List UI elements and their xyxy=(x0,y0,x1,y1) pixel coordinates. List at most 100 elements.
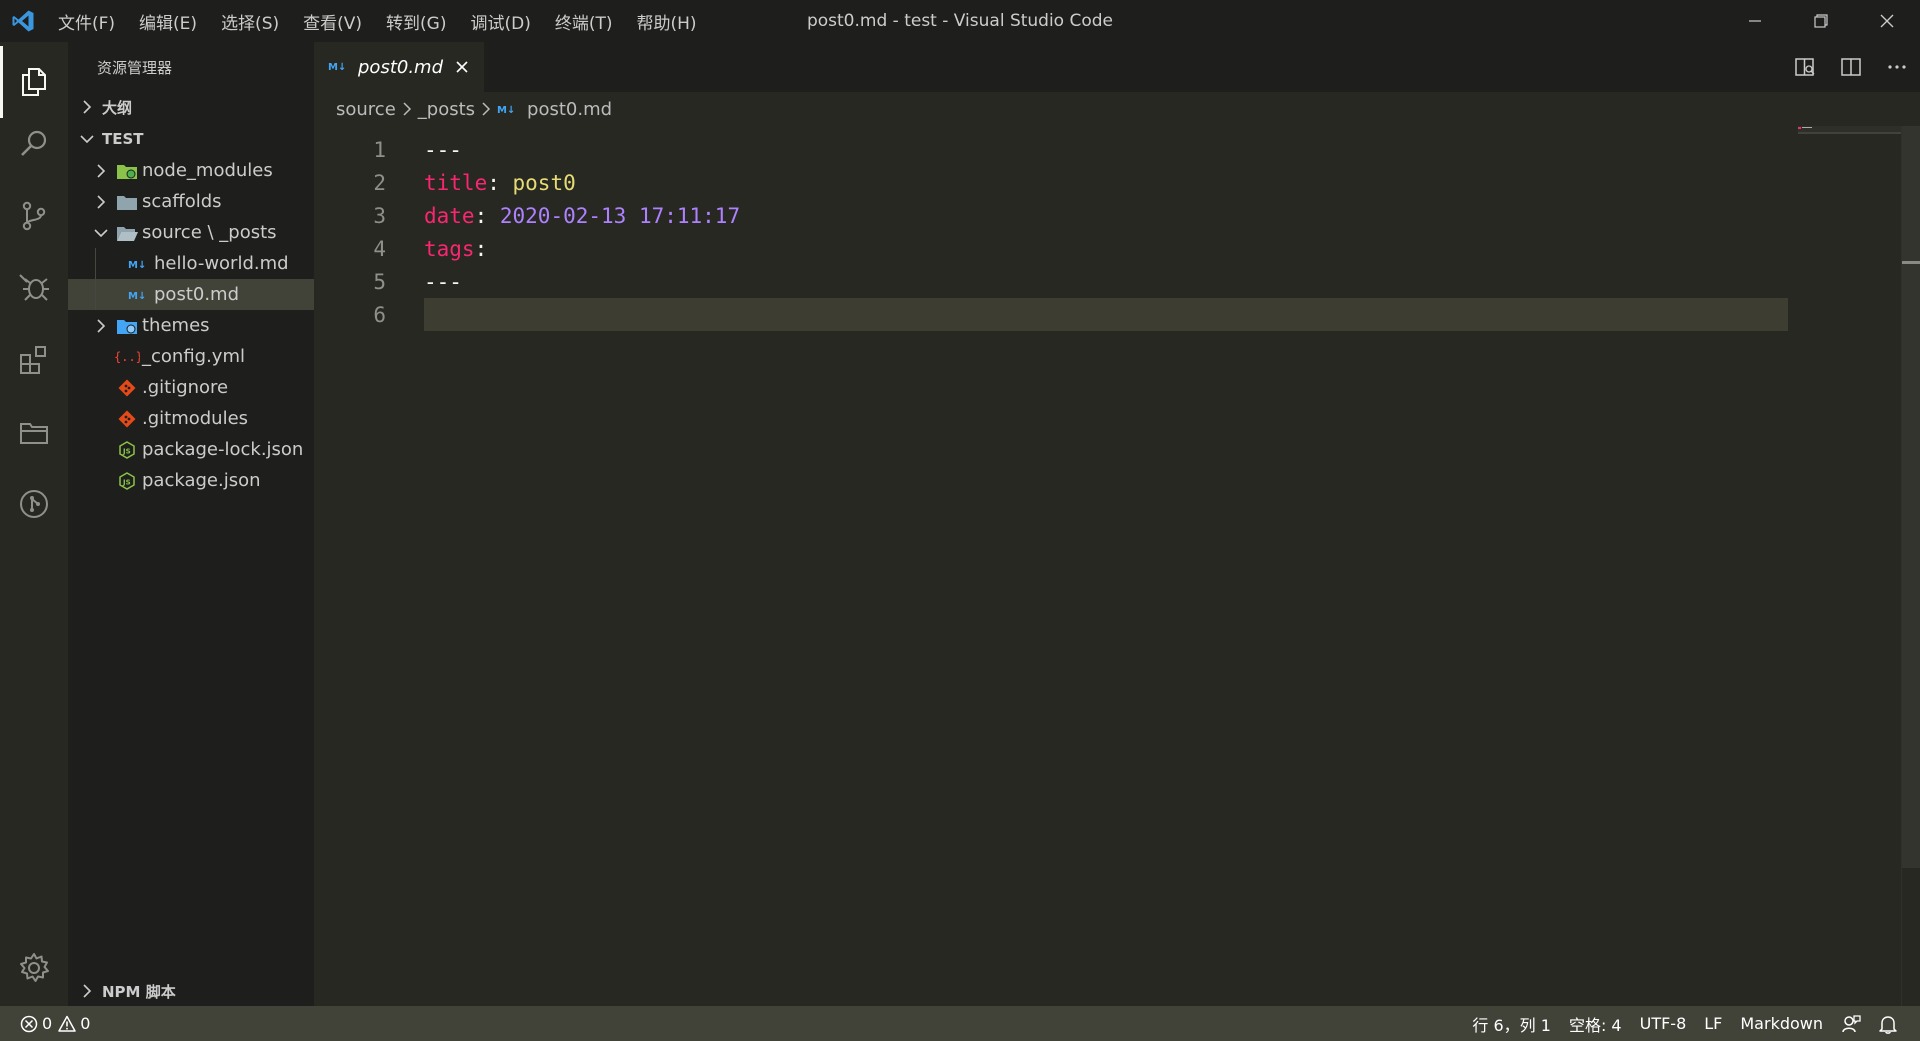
code-token: 2020-02-13 17:11:17 xyxy=(499,203,741,228)
tab-label: post0.md xyxy=(358,56,444,78)
menu-help[interactable]: 帮助(H) xyxy=(625,0,709,42)
tree-item-source-posts[interactable]: source \ _posts xyxy=(68,217,314,248)
minimize-button[interactable] xyxy=(1722,0,1788,42)
notifications-button[interactable] xyxy=(1870,1006,1906,1041)
tree-item-post0[interactable]: M↓ post0.md xyxy=(68,279,314,310)
project-manager-button[interactable] xyxy=(0,396,68,468)
menu-file[interactable]: 文件(F) xyxy=(46,0,127,42)
error-icon xyxy=(20,1015,38,1032)
breadcrumb-item-posts[interactable]: _posts xyxy=(418,99,475,120)
problems-indicator[interactable]: 0 0 xyxy=(20,1006,99,1041)
tree-item-gitmodules[interactable]: .gitmodules xyxy=(68,403,314,434)
code-line[interactable]: 4 tags: xyxy=(314,232,1784,265)
tree-item-label: hello-world.md xyxy=(154,253,289,274)
markdown-icon: M↓ xyxy=(328,58,350,77)
code-line[interactable]: 2 title: post0 xyxy=(314,166,1784,199)
source-control-button[interactable] xyxy=(0,180,68,252)
tree-item-gitignore[interactable]: .gitignore xyxy=(68,372,314,403)
end-of-line[interactable]: LF xyxy=(1695,1006,1731,1041)
feedback-button[interactable] xyxy=(1832,1006,1870,1041)
npm-scripts-section-header[interactable]: NPM 脚本 xyxy=(68,976,314,1006)
code-line[interactable]: 1 --- xyxy=(314,133,1784,166)
search-button[interactable] xyxy=(0,108,68,180)
code-line[interactable]: 5 --- xyxy=(314,265,1784,298)
nodejs-icon: JS xyxy=(112,471,142,490)
code-token: : xyxy=(474,203,500,228)
close-icon xyxy=(1880,14,1894,28)
folder-open-icon xyxy=(112,224,142,242)
close-window-button[interactable] xyxy=(1854,0,1920,42)
code-line[interactable]: 3 date: 2020-02-13 17:11:17 xyxy=(314,199,1784,232)
tree-item-themes[interactable]: themes xyxy=(68,310,314,341)
tree-item-package-lock-json[interactable]: JS package-lock.json xyxy=(68,434,314,465)
line-number: 1 xyxy=(373,137,386,162)
debug-button[interactable] xyxy=(0,252,68,324)
line-content: tags: xyxy=(424,237,487,261)
workspace-section-header[interactable]: TEST xyxy=(68,124,314,154)
bell-icon xyxy=(1879,1015,1897,1034)
feedback-icon xyxy=(1842,1014,1861,1032)
code-editor[interactable]: 1 --- 2 title: post0 3 date: 2020-02-13 17:11… xyxy=(314,126,1920,1006)
cursor-position-marker xyxy=(1902,261,1920,264)
code-line[interactable]: 6 xyxy=(314,298,1788,331)
tree-item-scaffolds[interactable]: scaffolds xyxy=(68,186,314,217)
tree-item-label: .gitmodules xyxy=(142,408,249,429)
minimap[interactable] xyxy=(1798,126,1902,134)
code-token: tags xyxy=(424,236,475,261)
chevron-right-icon xyxy=(481,102,491,116)
close-icon xyxy=(456,61,468,73)
tab-close-button[interactable] xyxy=(452,57,472,77)
window-controls xyxy=(1722,0,1920,42)
encoding[interactable]: UTF-8 xyxy=(1631,1006,1696,1041)
cursor-position[interactable]: 行 6，列 1 xyxy=(1463,1006,1560,1041)
outline-section-header[interactable]: 大纲 xyxy=(68,92,314,122)
tree-item-node-modules[interactable]: node_modules xyxy=(68,155,314,186)
breadcrumb-item-source[interactable]: source xyxy=(336,99,396,120)
menu-debug[interactable]: 调试(D) xyxy=(458,0,542,42)
line-number: 3 xyxy=(373,203,386,228)
split-editor-icon xyxy=(1841,58,1861,76)
breadcrumb-item-file[interactable]: post0.md xyxy=(527,99,612,120)
outline-label: 大纲 xyxy=(102,98,133,117)
chevron-down-icon xyxy=(90,228,112,238)
status-bar: 0 0 行 6，列 1 空格: 4 UTF-8 LF Markdown xyxy=(0,1006,1920,1041)
code-token: title xyxy=(424,170,488,195)
more-actions-button[interactable] xyxy=(1874,42,1920,92)
tree-item-config-yml[interactable]: {..} _config.yml xyxy=(68,341,314,372)
line-number: 2 xyxy=(373,170,386,195)
folder-theme-icon xyxy=(112,317,142,335)
tree-item-hello-world[interactable]: M↓ hello-world.md xyxy=(68,248,314,279)
manage-button[interactable] xyxy=(0,932,68,1004)
tree-item-label: package.json xyxy=(142,470,261,491)
menu-view[interactable]: 查看(V) xyxy=(291,0,374,42)
minimize-icon xyxy=(1749,20,1761,22)
menu-terminal[interactable]: 终端(T) xyxy=(543,0,625,42)
tree-item-package-json[interactable]: JS package.json xyxy=(68,465,314,496)
tree-item-label: source \ _posts xyxy=(142,222,277,243)
git-graph-button[interactable] xyxy=(0,468,68,540)
preview-side-icon xyxy=(1795,58,1815,76)
search-icon xyxy=(21,130,47,156)
error-count: 0 xyxy=(42,1014,53,1033)
chevron-down-icon xyxy=(72,133,102,145)
menu-selection[interactable]: 选择(S) xyxy=(209,0,291,42)
indent-guide xyxy=(95,248,96,279)
code-token: post0 xyxy=(512,170,576,195)
vscode-logo-icon xyxy=(0,0,46,42)
menu-edit[interactable]: 编辑(E) xyxy=(127,0,209,42)
restore-button[interactable] xyxy=(1788,0,1854,42)
svg-text:{..}: {..} xyxy=(114,350,140,364)
tab-post0[interactable]: M↓ post0.md xyxy=(314,42,484,92)
menu-go[interactable]: 转到(G) xyxy=(374,0,458,42)
split-editor-button[interactable] xyxy=(1828,42,1874,92)
svg-text:JS: JS xyxy=(122,478,131,486)
vertical-scrollbar[interactable] xyxy=(1902,126,1920,868)
indentation[interactable]: 空格: 4 xyxy=(1560,1006,1631,1041)
warning-icon xyxy=(58,1015,76,1032)
open-preview-to-side-button[interactable] xyxy=(1782,42,1828,92)
code-token: : xyxy=(474,236,488,261)
language-mode[interactable]: Markdown xyxy=(1731,1006,1832,1041)
svg-text:M↓: M↓ xyxy=(128,260,146,271)
chevron-right-icon xyxy=(72,984,102,998)
extensions-button[interactable] xyxy=(0,324,68,396)
